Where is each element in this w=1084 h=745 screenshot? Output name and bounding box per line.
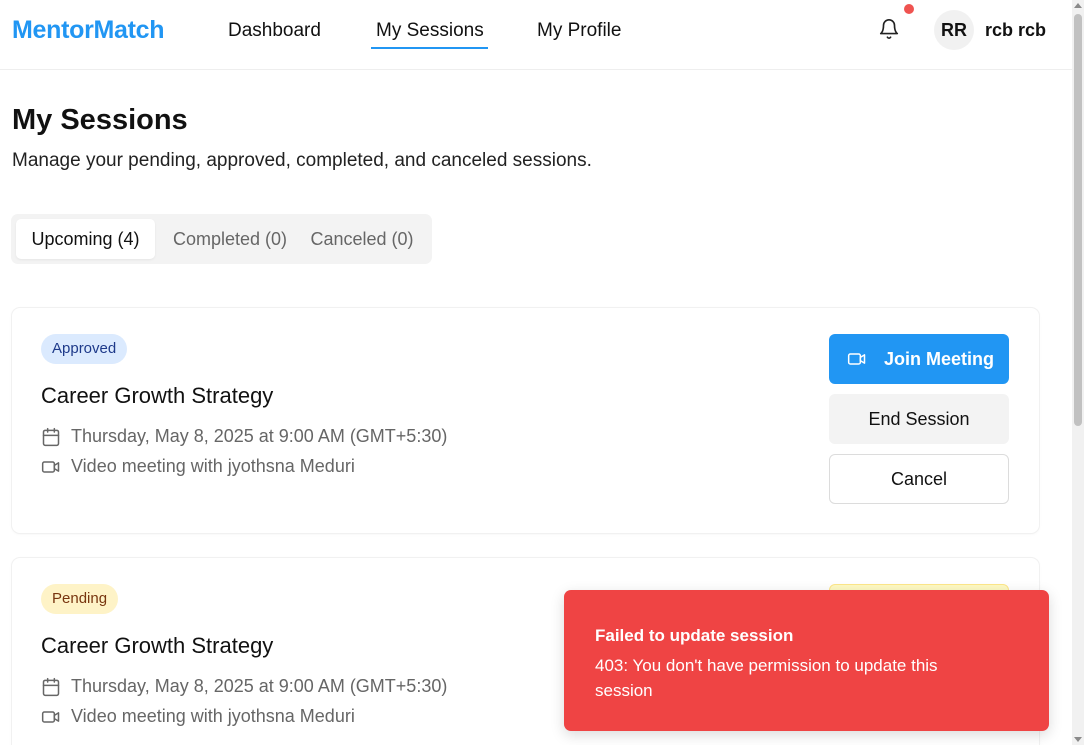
video-icon (847, 353, 866, 365)
user-name[interactable]: rcb rcb (985, 20, 1046, 41)
page-title: My Sessions (12, 104, 188, 136)
join-meeting-button[interactable]: Join Meeting (829, 334, 1009, 384)
join-meeting-label: Join Meeting (883, 348, 994, 369)
app-viewport: MentorMatch Dashboard My Sessions My Pro… (0, 0, 1084, 745)
bell-icon[interactable] (878, 18, 900, 40)
status-badge: Approved (41, 334, 128, 364)
error-toast[interactable]: Failed to update session 403: You don't … (564, 590, 1049, 731)
tab-upcoming[interactable]: Upcoming (4) (16, 219, 155, 259)
page-subtitle: Manage your pending, approved, completed… (12, 150, 592, 171)
toast-title: Failed to update session (595, 626, 794, 645)
video-icon (41, 710, 60, 723)
session-meeting-text: Video meeting with jyothsna Meduri (71, 456, 355, 476)
session-meeting-info: Video meeting with jyothsna Meduri (41, 706, 355, 727)
avatar[interactable]: RR (934, 10, 974, 50)
nav-my-profile[interactable]: My Profile (537, 20, 621, 42)
scroll-up-icon[interactable] (1074, 3, 1082, 8)
scrollbar-thumb[interactable] (1074, 14, 1082, 426)
scroll-down-icon[interactable] (1074, 737, 1082, 742)
session-title: Career Growth Strategy (41, 633, 274, 658)
session-datetime-text: Thursday, May 8, 2025 at 9:00 AM (GMT+5:… (71, 676, 448, 696)
cancel-button[interactable]: Cancel (829, 454, 1009, 504)
session-datetime: Thursday, May 8, 2025 at 9:00 AM (GMT+5:… (41, 676, 447, 697)
session-meeting-info: Video meeting with jyothsna Meduri (41, 456, 355, 477)
session-datetime-text: Thursday, May 8, 2025 at 9:00 AM (GMT+5:… (71, 426, 448, 446)
session-title: Career Growth Strategy (41, 383, 274, 408)
status-badge: Pending (41, 584, 119, 614)
calendar-icon (42, 677, 60, 696)
page-scrollbar[interactable] (1072, 0, 1084, 745)
session-tabs: Upcoming (4) Completed (0) Canceled (0) (11, 214, 432, 264)
nav-my-sessions[interactable]: My Sessions (371, 20, 488, 49)
session-datetime: Thursday, May 8, 2025 at 9:00 AM (GMT+5:… (41, 426, 447, 447)
nav-dashboard[interactable]: Dashboard (228, 20, 321, 42)
session-meeting-text: Video meeting with jyothsna Meduri (71, 706, 355, 726)
tab-canceled[interactable]: Canceled (0) (303, 219, 421, 259)
top-nav-bar: MentorMatch Dashboard My Sessions My Pro… (0, 0, 1072, 70)
calendar-icon (42, 427, 60, 446)
session-card: Approved Career Growth Strategy Thursday… (12, 308, 1039, 533)
video-icon (41, 460, 60, 473)
brand-logo[interactable]: MentorMatch (12, 16, 165, 45)
end-session-button[interactable]: End Session (829, 394, 1009, 444)
toast-message: 403: You don't have permission to update… (595, 656, 938, 700)
notification-dot (904, 4, 914, 14)
tab-completed[interactable]: Completed (0) (159, 219, 301, 259)
